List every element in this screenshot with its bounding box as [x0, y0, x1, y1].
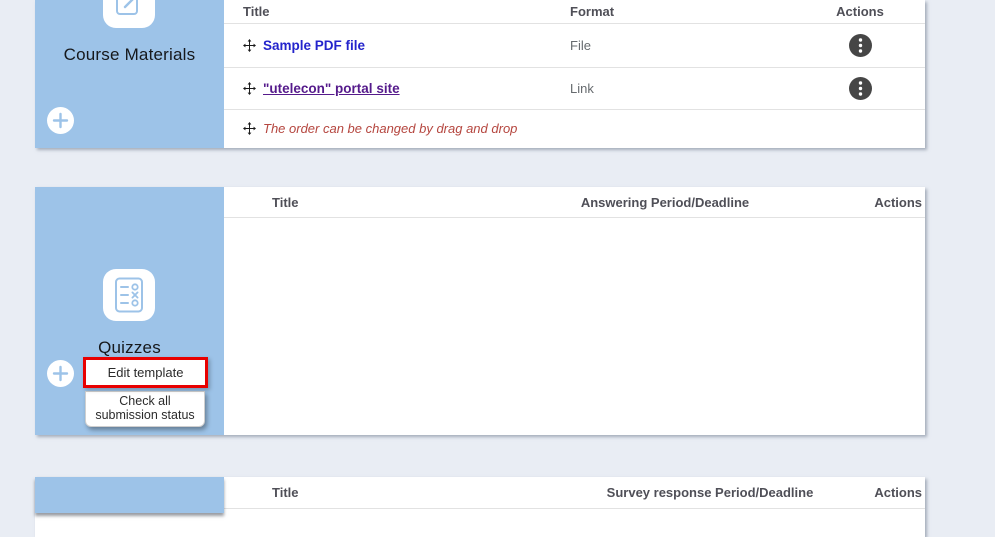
add-quiz-button[interactable]	[47, 360, 74, 387]
quizzes-sidebar: Quizzes Edit template Check all submissi…	[35, 187, 224, 435]
row-actions-button[interactable]	[849, 34, 872, 57]
table-header-row: Title Format Actions	[224, 0, 925, 24]
drag-move-icon[interactable]	[243, 82, 256, 95]
column-header-format: Format	[565, 4, 795, 19]
surveys-sidebar	[35, 477, 224, 513]
column-header-title: Title	[224, 4, 565, 19]
column-header-title: Title	[224, 485, 590, 500]
material-link-utelecon-portal[interactable]: "utelecon" portal site	[263, 81, 400, 96]
plus-icon	[52, 112, 69, 129]
column-header-actions: Actions	[830, 195, 925, 210]
ellipsis-vertical-icon	[849, 34, 872, 57]
drag-move-icon[interactable]	[243, 39, 256, 52]
menu-item-check-all-submission-status[interactable]: Check all submission status	[85, 391, 205, 427]
surveys-table: Title Survey response Period/Deadline Ac…	[224, 477, 925, 509]
course-materials-table: Title Format Actions Sample PDF file Fil…	[224, 0, 925, 146]
column-header-actions: Actions	[830, 485, 925, 500]
menu-item-label: Check all submission status	[92, 395, 198, 423]
drag-drop-note-row: The order can be changed by drag and dro…	[224, 110, 925, 146]
column-header-answering-period: Answering Period/Deadline	[500, 195, 830, 210]
format-value: Link	[565, 81, 795, 96]
column-header-title: Title	[224, 195, 500, 210]
drag-move-icon	[243, 122, 256, 135]
surveys-section: Title Survey response Period/Deadline Ac…	[35, 477, 925, 537]
quizzes-table: Title Answering Period/Deadline Actions	[224, 187, 925, 434]
course-materials-section: Course Materials Title Format Actions Sa…	[35, 0, 925, 148]
quizzes-title: Quizzes	[35, 338, 224, 358]
plus-icon	[52, 365, 69, 382]
table-header-row: Title Answering Period/Deadline Actions	[224, 187, 925, 218]
lms-course-page: { "colors": { "background": "#e9edf4", "…	[0, 0, 995, 520]
table-header-row: Title Survey response Period/Deadline Ac…	[224, 477, 925, 509]
add-material-button[interactable]	[47, 107, 74, 134]
quiz-icon	[103, 269, 155, 321]
course-materials-title: Course Materials	[35, 45, 224, 65]
table-row: "utelecon" portal site Link	[224, 68, 925, 110]
drag-drop-note: The order can be changed by drag and dro…	[263, 121, 517, 136]
column-header-survey-response-period: Survey response Period/Deadline	[590, 485, 830, 500]
course-materials-sidebar: Course Materials	[35, 0, 224, 148]
empty-table-body	[224, 218, 925, 434]
format-value: File	[565, 38, 795, 53]
material-link-sample-pdf[interactable]: Sample PDF file	[263, 38, 365, 53]
ellipsis-vertical-icon	[849, 77, 872, 100]
column-header-actions: Actions	[795, 4, 925, 19]
quizzes-section: Quizzes Edit template Check all submissi…	[35, 187, 925, 435]
compose-icon	[103, 0, 155, 28]
menu-item-edit-template[interactable]: Edit template	[83, 357, 208, 388]
table-row: Sample PDF file File	[224, 24, 925, 68]
row-actions-button[interactable]	[849, 77, 872, 100]
